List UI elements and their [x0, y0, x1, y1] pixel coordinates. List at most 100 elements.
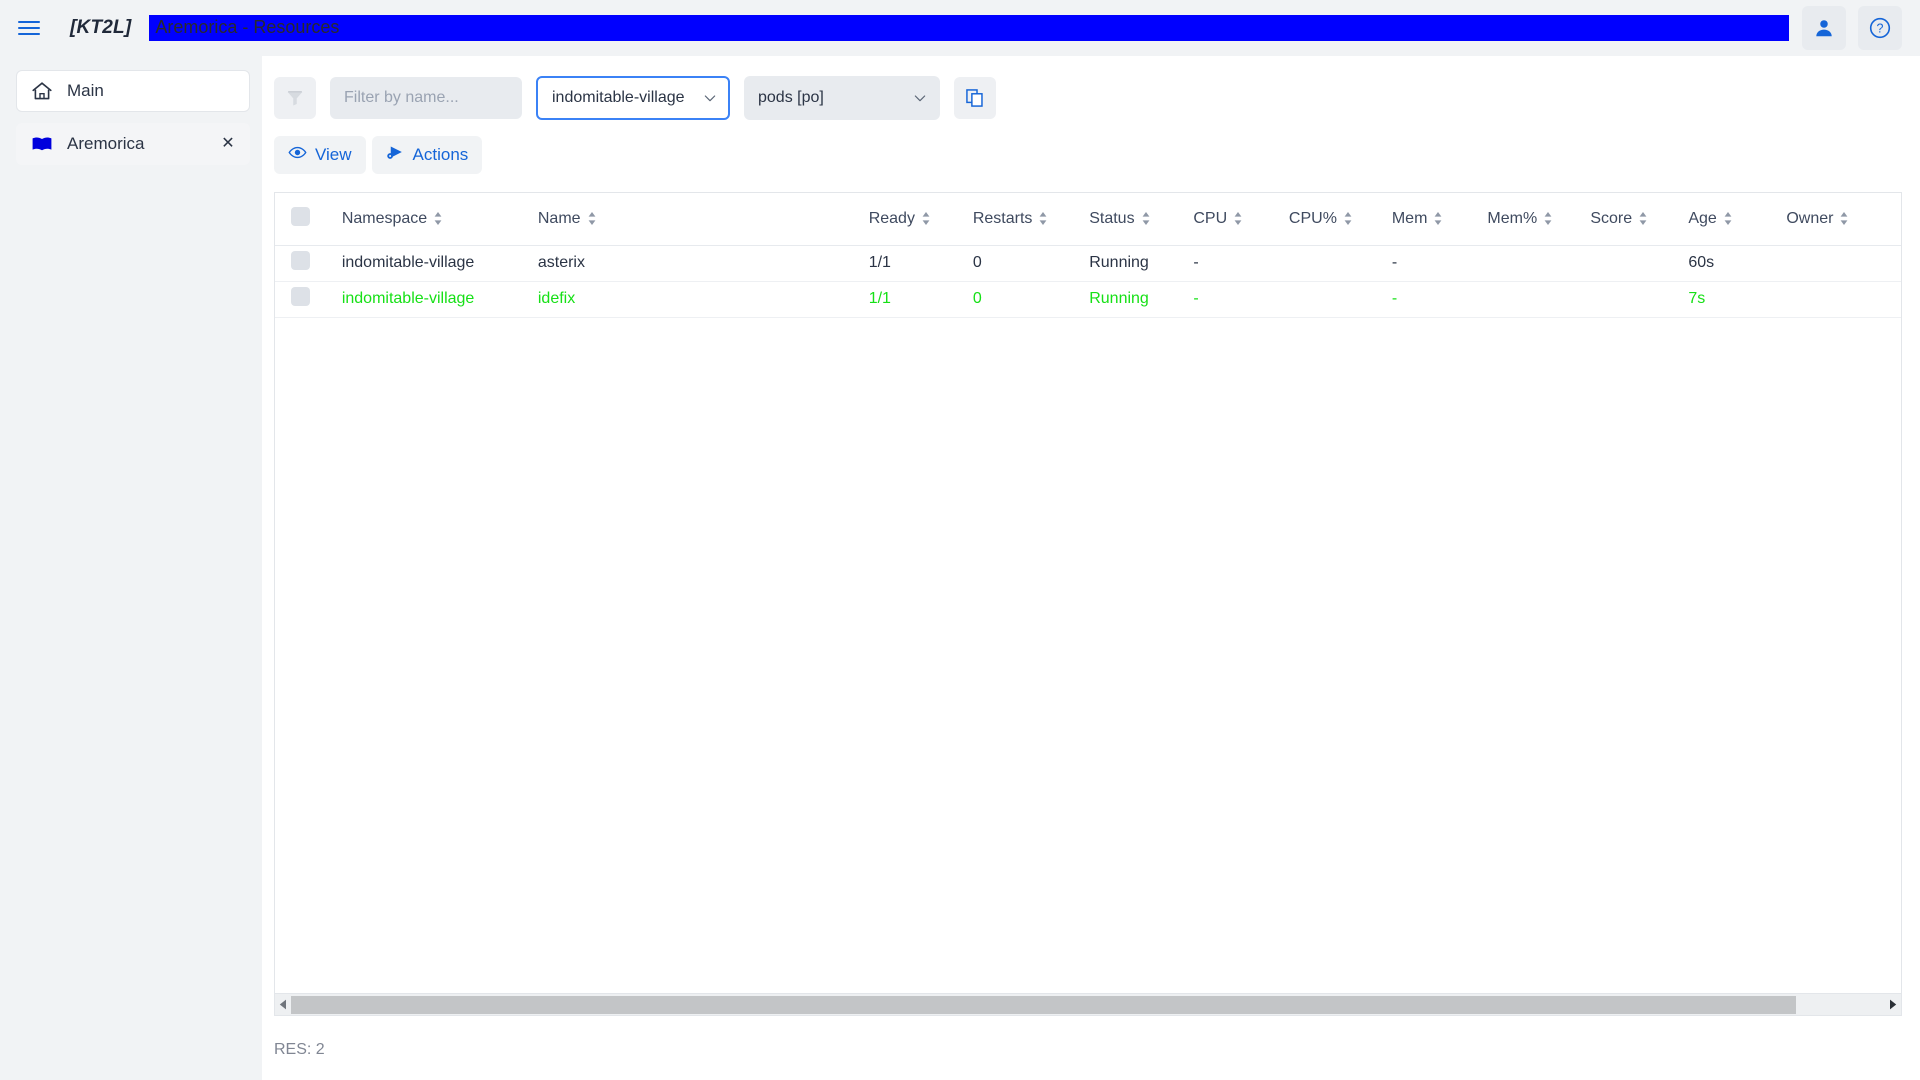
column-header-cpu-percent[interactable]: CPU% — [1280, 193, 1384, 246]
help-circle-icon: ? — [1869, 17, 1891, 39]
sort-icon[interactable] — [1343, 211, 1353, 226]
column-header-name-label: Name — [537, 209, 581, 227]
hamburger-bar — [18, 21, 40, 23]
resource-kind-select[interactable]: pods [po] — [744, 76, 940, 120]
view-button[interactable]: View — [274, 136, 366, 174]
view-button-label: View — [315, 145, 352, 164]
copy-button[interactable] — [954, 77, 996, 119]
sort-icon[interactable] — [1038, 211, 1048, 226]
sort-icon[interactable] — [1233, 211, 1243, 226]
cell-mem-percent — [1479, 245, 1583, 282]
cell-mem-percent — [1479, 281, 1583, 318]
cell-restarts: 0 — [964, 281, 1082, 318]
cell-owner — [1778, 245, 1901, 282]
scroll-left-arrow-icon[interactable] — [275, 999, 291, 1010]
column-header-score[interactable]: Score — [1582, 193, 1681, 246]
column-header-mem-label: Mem — [1391, 209, 1428, 227]
cell-status: Running — [1081, 281, 1186, 318]
cell-cpu: - — [1185, 281, 1281, 318]
select-all-checkbox[interactable] — [291, 206, 310, 226]
eye-icon — [288, 143, 307, 167]
cell-namespace: indomitable-village — [333, 245, 530, 282]
row-checkbox[interactable] — [291, 287, 310, 306]
page-title-container: Aremorica - Resources — [149, 14, 1802, 42]
table-header-row: Namespace Name Ready Restarts Status CPU… — [275, 193, 1901, 246]
sort-icon[interactable] — [587, 211, 597, 226]
sort-icon[interactable] — [1638, 211, 1648, 226]
sort-icon[interactable] — [1723, 211, 1733, 226]
column-header-restarts-label: Restarts — [972, 209, 1033, 227]
cell-ready: 1/1 — [860, 245, 965, 282]
cell-name: asterix — [529, 245, 861, 282]
table-row[interactable]: indomitable-village idefix 1/1 0 Running… — [275, 281, 1901, 318]
sidebar-item-main[interactable]: Main — [16, 70, 250, 112]
column-header-age[interactable]: Age — [1680, 193, 1779, 246]
column-header-cpu-percent-label: CPU% — [1288, 209, 1337, 227]
status-bar: RES: 2 — [274, 1020, 325, 1080]
page-title: Aremorica - Resources — [149, 15, 1790, 41]
cell-owner — [1778, 281, 1901, 318]
view-actions-bar: View Actions — [262, 120, 1920, 174]
column-header-ready[interactable]: Ready — [860, 193, 965, 246]
namespace-select[interactable]: indomitable-village — [536, 76, 730, 120]
column-header-owner-label: Owner — [1786, 209, 1834, 227]
hamburger-bar — [18, 27, 40, 29]
column-header-age-label: Age — [1688, 209, 1717, 227]
sort-icon[interactable] — [433, 211, 443, 226]
scroll-right-arrow-icon[interactable] — [1885, 999, 1901, 1010]
column-header-mem-percent[interactable]: Mem% — [1479, 193, 1583, 246]
hamburger-menu-icon[interactable] — [18, 14, 46, 42]
funnel-icon — [287, 91, 303, 106]
row-select-cell[interactable] — [275, 281, 334, 318]
cell-score — [1582, 281, 1681, 318]
user-account-button[interactable] — [1802, 6, 1846, 50]
app-header: [KT2L] Aremorica - Resources ? — [0, 0, 1920, 56]
sort-icon[interactable] — [1141, 211, 1151, 226]
column-header-owner[interactable]: Owner — [1778, 193, 1901, 246]
sort-icon[interactable] — [1433, 211, 1443, 226]
column-header-cpu-label: CPU — [1193, 209, 1228, 227]
svg-text:?: ? — [1877, 22, 1884, 36]
sort-icon[interactable] — [921, 211, 931, 226]
table-row[interactable]: indomitable-village asterix 1/1 0 Runnin… — [275, 245, 1901, 282]
column-header-name[interactable]: Name — [529, 193, 861, 246]
header-select-all[interactable] — [275, 193, 334, 246]
sidebar-item-main-label: Main — [67, 81, 104, 100]
actions-button[interactable]: Actions — [371, 136, 483, 174]
close-icon[interactable]: ✕ — [219, 135, 237, 153]
column-header-restarts[interactable]: Restarts — [964, 193, 1082, 246]
person-icon — [1816, 20, 1832, 37]
column-header-cpu[interactable]: CPU — [1185, 193, 1281, 246]
row-checkbox[interactable] — [291, 251, 310, 270]
table-body: indomitable-village asterix 1/1 0 Runnin… — [275, 245, 1901, 318]
search-input[interactable] — [330, 77, 522, 119]
cell-status: Running — [1081, 245, 1186, 282]
cell-ready: 1/1 — [860, 281, 965, 318]
help-button[interactable]: ? — [1858, 6, 1902, 50]
column-header-status[interactable]: Status — [1081, 193, 1186, 246]
row-select-cell[interactable] — [275, 245, 334, 282]
column-header-mem[interactable]: Mem — [1383, 193, 1480, 246]
cell-name: idefix — [529, 281, 861, 318]
column-header-score-label: Score — [1590, 209, 1633, 227]
table-header: Namespace Name Ready Restarts Status CPU… — [275, 193, 1901, 246]
sort-icon[interactable] — [1839, 211, 1849, 226]
column-header-ready-label: Ready — [868, 209, 915, 227]
scrollbar-track[interactable] — [291, 995, 1885, 1014]
horizontal-scrollbar[interactable] — [275, 993, 1901, 1015]
namespace-select-value: indomitable-village — [552, 89, 685, 106]
sidebar-item-aremorica[interactable]: Aremorica ✕ — [16, 123, 250, 165]
scrollbar-thumb[interactable] — [291, 995, 1796, 1014]
cell-mem: - — [1383, 245, 1480, 282]
filter-toggle-button[interactable] — [274, 77, 316, 119]
sidebar: Main Aremorica ✕ — [0, 56, 262, 1080]
column-header-namespace[interactable]: Namespace — [333, 193, 530, 246]
sort-icon[interactable] — [1543, 211, 1553, 226]
cell-age: 7s — [1680, 281, 1779, 318]
result-count: RES: 2 — [274, 1041, 325, 1058]
resource-table: Namespace Name Ready Restarts Status CPU… — [275, 193, 1901, 318]
cell-restarts: 0 — [964, 245, 1082, 282]
actions-button-label: Actions — [412, 145, 469, 164]
resource-toolbar: indomitable-village pods [po] — [262, 56, 1920, 120]
main-content: indomitable-village pods [po] — [262, 56, 1920, 1080]
